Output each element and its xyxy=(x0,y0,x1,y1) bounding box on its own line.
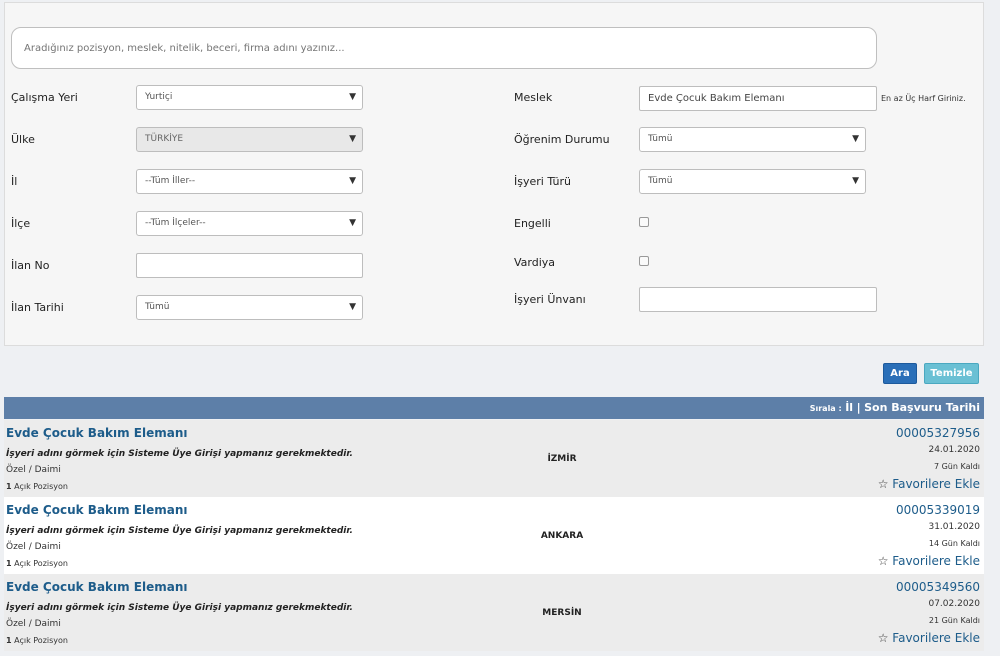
listing-type: Özel / Daimi xyxy=(6,465,61,475)
listing-title-link[interactable]: Evde Çocuk Bakım Elemanı xyxy=(6,503,188,517)
positions-label: Açık Pozisyon xyxy=(14,482,68,491)
isyeri-turu-select[interactable]: Tümü ▼ xyxy=(639,169,866,194)
listing-city: İZMİR xyxy=(547,454,577,464)
ilan-tarihi-select[interactable]: Tümü ▼ xyxy=(136,295,363,320)
calisma-yeri-label: Çalışma Yeri xyxy=(11,91,78,104)
meslek-input[interactable]: Evde Çocuk Bakım Elemanı xyxy=(639,86,877,111)
engelli-label: Engelli xyxy=(514,217,551,230)
listing-type: Özel / Daimi xyxy=(6,542,61,552)
listing-login-note: İşyeri adını görmek için Sisteme Üye Gir… xyxy=(6,449,353,459)
star-icon: ☆ xyxy=(877,477,889,491)
listing-positions: 1 Açık Pozisyon xyxy=(6,559,68,568)
listing-login-note: İşyeri adını görmek için Sisteme Üye Gir… xyxy=(6,526,353,536)
ogrenim-durumu-select[interactable]: Tümü ▼ xyxy=(639,127,866,152)
chevron-down-icon: ▼ xyxy=(349,92,356,102)
chevron-down-icon: ▼ xyxy=(852,134,859,144)
calisma-yeri-value: Yurtiçi xyxy=(145,92,173,102)
listing-days-left: 14 Gün Kaldı xyxy=(928,539,980,548)
sort-by-son-basvuru-link[interactable]: Son Başvuru Tarihi xyxy=(864,401,980,414)
listing-title-link[interactable]: Evde Çocuk Bakım Elemanı xyxy=(6,426,188,440)
ogrenim-durumu-label: Öğrenim Durumu xyxy=(514,133,610,146)
listing-login-note: İşyeri adını görmek için Sisteme Üye Gir… xyxy=(6,603,353,613)
listing-city: MERSİN xyxy=(542,608,582,618)
star-icon: ☆ xyxy=(877,631,889,645)
calisma-yeri-select[interactable]: Yurtiçi ▼ xyxy=(136,85,363,110)
ulke-select: TÜRKİYE ▼ xyxy=(136,127,363,152)
vardiya-checkbox[interactable] xyxy=(639,256,649,266)
listing-ilan-no-link[interactable]: 00005327956 xyxy=(896,426,980,440)
chevron-down-icon: ▼ xyxy=(349,302,356,312)
listing-row: Evde Çocuk Bakım Elemanı İşyeri adını gö… xyxy=(4,497,984,574)
meslek-hint: En az Üç Harf Giriniz. xyxy=(881,94,966,103)
isyeri-turu-value: Tümü xyxy=(648,176,673,186)
ilce-value: --Tüm İlçeler-- xyxy=(145,218,206,228)
ulke-label: Ülke xyxy=(11,133,35,146)
listing-city: ANKARA xyxy=(540,531,584,541)
ilan-no-label: İlan No xyxy=(11,259,50,272)
il-label: İl xyxy=(11,175,18,188)
sort-separator: | xyxy=(856,401,861,414)
chevron-down-icon: ▼ xyxy=(349,134,356,144)
favorites-label: Favorilere Ekle xyxy=(892,477,980,491)
listing-title-link[interactable]: Evde Çocuk Bakım Elemanı xyxy=(6,580,188,594)
chevron-down-icon: ▼ xyxy=(349,218,356,228)
listing-date: 31.01.2020 xyxy=(928,522,980,532)
ilan-tarihi-value: Tümü xyxy=(145,302,170,312)
ilan-no-input[interactable] xyxy=(136,253,363,278)
listing-days-left: 21 Gün Kaldı xyxy=(928,616,980,625)
ara-button[interactable]: Ara xyxy=(883,363,917,384)
engelli-checkbox[interactable] xyxy=(639,217,649,227)
temizle-button[interactable]: Temizle xyxy=(924,363,979,384)
listing-ilan-no-link[interactable]: 00005349560 xyxy=(896,580,980,594)
add-to-favorites-link[interactable]: ☆ Favorilere Ekle xyxy=(878,477,980,491)
search-input[interactable] xyxy=(11,27,877,69)
star-icon: ☆ xyxy=(877,554,889,568)
chevron-down-icon: ▼ xyxy=(349,176,356,186)
positions-count: 1 xyxy=(6,482,12,491)
listing-row: Evde Çocuk Bakım Elemanı İşyeri adını gö… xyxy=(4,420,984,497)
favorites-label: Favorilere Ekle xyxy=(892,554,980,568)
search-filter-panel: Çalışma Yeri Yurtiçi ▼ Ülke TÜRKİYE ▼ İl… xyxy=(4,2,984,346)
sort-label: Sırala : xyxy=(809,404,842,413)
il-value: --Tüm İller-- xyxy=(145,176,196,186)
listing-row: Evde Çocuk Bakım Elemanı İşyeri adını gö… xyxy=(4,574,984,651)
listing-positions: 1 Açık Pozisyon xyxy=(6,636,68,645)
listing-date: 07.02.2020 xyxy=(928,599,980,609)
ilce-label: İlçe xyxy=(11,217,31,230)
isyeri-unvani-input[interactable] xyxy=(639,287,877,312)
positions-count: 1 xyxy=(6,636,12,645)
il-select[interactable]: --Tüm İller-- ▼ xyxy=(136,169,363,194)
sort-by-il-link[interactable]: İl xyxy=(845,401,853,414)
isyeri-unvani-label: İşyeri Ünvanı xyxy=(514,293,586,306)
positions-label: Açık Pozisyon xyxy=(14,636,68,645)
ogrenim-durumu-value: Tümü xyxy=(648,134,673,144)
chevron-down-icon: ▼ xyxy=(852,176,859,186)
listing-date: 24.01.2020 xyxy=(928,445,980,455)
listing-ilan-no-link[interactable]: 00005339019 xyxy=(896,503,980,517)
positions-count: 1 xyxy=(6,559,12,568)
listing-type: Özel / Daimi xyxy=(6,619,61,629)
listing-days-left: 7 Gün Kaldı xyxy=(933,462,980,471)
add-to-favorites-link[interactable]: ☆ Favorilere Ekle xyxy=(878,554,980,568)
vardiya-label: Vardiya xyxy=(514,256,556,269)
meslek-label: Meslek xyxy=(514,91,553,104)
add-to-favorites-link[interactable]: ☆ Favorilere Ekle xyxy=(878,631,980,645)
favorites-label: Favorilere Ekle xyxy=(892,631,980,645)
sort-bar: Sırala : İl | Son Başvuru Tarihi xyxy=(4,397,984,419)
ilan-tarihi-label: İlan Tarihi xyxy=(11,301,64,314)
ilce-select[interactable]: --Tüm İlçeler-- ▼ xyxy=(136,211,363,236)
ulke-value: TÜRKİYE xyxy=(145,134,184,144)
isyeri-turu-label: İşyeri Türü xyxy=(514,175,572,188)
positions-label: Açık Pozisyon xyxy=(14,559,68,568)
listing-positions: 1 Açık Pozisyon xyxy=(6,482,68,491)
